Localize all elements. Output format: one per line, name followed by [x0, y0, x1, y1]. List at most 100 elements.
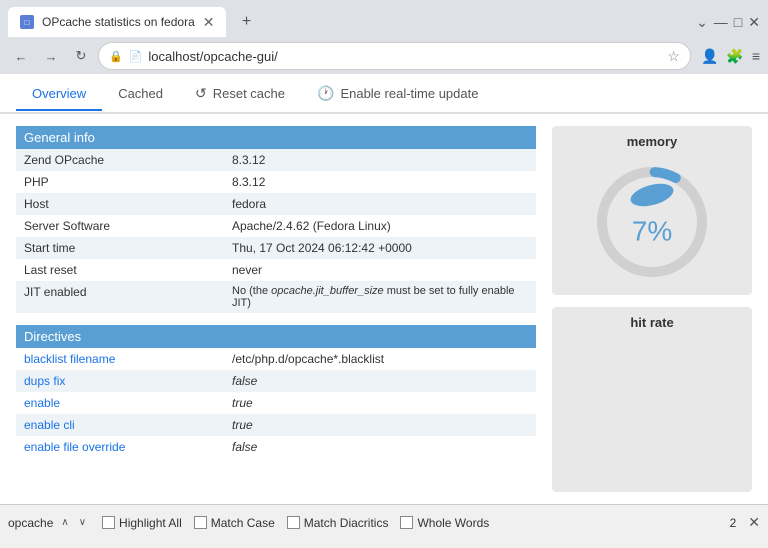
back-button[interactable]: ← — [8, 43, 34, 69]
highlight-all-label: Highlight All — [119, 516, 182, 530]
row-value: /etc/php.d/opcache*.blacklist — [224, 348, 536, 370]
row-value: fedora — [224, 193, 536, 215]
general-info-header-row: General info — [16, 126, 536, 149]
highlight-all-checkbox[interactable] — [102, 516, 115, 529]
table-row: Host fedora — [16, 193, 536, 215]
row-label: JIT enabled — [16, 281, 224, 313]
address-text: localhost/opcache-gui/ — [148, 49, 661, 64]
find-options: Highlight All Match Case Match Diacritic… — [102, 516, 489, 530]
dropdown-icon[interactable]: ⌄ — [696, 14, 708, 31]
tab-favicon-icon: □ — [20, 15, 34, 29]
match-diacritics-label: Match Diacritics — [304, 516, 389, 530]
tab-cached[interactable]: Cached — [102, 78, 179, 111]
hit-rate-title: hit rate — [630, 315, 673, 330]
table-row: blacklist filename /etc/php.d/opcache*.b… — [16, 348, 536, 370]
address-bar[interactable]: 🔒 📄 localhost/opcache-gui/ ☆ — [98, 42, 691, 70]
memory-gauge: memory 7% — [552, 126, 752, 295]
refresh-button[interactable]: ↻ — [68, 43, 94, 69]
match-case-label: Match Case — [211, 516, 275, 530]
find-bar: opcache ∧ ∨ Highlight All Match Case Mat… — [0, 504, 768, 540]
row-label: Start time — [16, 237, 224, 259]
table-row: JIT enabled No (the opcache.jit_buffer_s… — [16, 281, 536, 313]
clock-icon: 🕐 — [317, 85, 334, 102]
directive-link[interactable]: dups fix — [24, 374, 65, 388]
row-value: true — [224, 392, 536, 414]
table-row: Last reset never — [16, 259, 536, 281]
page-tabs: Overview Cached ↺ Reset cache 🕐 Enable r… — [0, 74, 768, 114]
row-value: false — [224, 436, 536, 458]
find-down-button[interactable]: ∨ — [75, 515, 90, 530]
whole-words-checkbox[interactable] — [400, 516, 413, 529]
new-tab-button[interactable]: + — [234, 10, 258, 34]
extension-icon[interactable]: 🧩 — [726, 48, 743, 65]
row-label: Last reset — [16, 259, 224, 281]
row-label: enable file override — [16, 436, 224, 458]
memory-circle: 7% — [587, 157, 717, 287]
find-close-button[interactable]: ✕ — [748, 514, 760, 531]
tab-reset-cache[interactable]: ↺ Reset cache — [179, 77, 301, 110]
row-label: Host — [16, 193, 224, 215]
match-case-option[interactable]: Match Case — [194, 516, 275, 530]
row-value: 8.3.12 — [224, 149, 536, 171]
right-panel: memory 7% hit rate — [552, 126, 752, 492]
directive-link[interactable]: enable — [24, 396, 60, 410]
row-label: enable — [16, 392, 224, 414]
browser-tab[interactable]: □ OPcache statistics on fedora ✕ — [8, 7, 226, 37]
table-row: Server Software Apache/2.4.62 (Fedora Li… — [16, 215, 536, 237]
memory-percentage: 7% — [632, 216, 672, 248]
browser-chrome: □ OPcache statistics on fedora ✕ + ⌄ — □… — [0, 0, 768, 74]
match-diacritics-checkbox[interactable] — [287, 516, 300, 529]
tab-overview[interactable]: Overview — [16, 78, 102, 111]
row-label: enable cli — [16, 414, 224, 436]
directives-header: Directives — [16, 325, 536, 348]
row-label: Zend OPcache — [16, 149, 224, 171]
back-icon: ← — [15, 49, 28, 64]
page-content: Overview Cached ↺ Reset cache 🕐 Enable r… — [0, 74, 768, 504]
table-row: enable cli true — [16, 414, 536, 436]
directives-header-row: Directives — [16, 325, 536, 348]
memory-title: memory — [627, 134, 678, 149]
tab-title: OPcache statistics on fedora — [42, 15, 195, 29]
directive-link[interactable]: blacklist filename — [24, 352, 115, 366]
highlight-all-option[interactable]: Highlight All — [102, 516, 182, 530]
find-input-section: opcache ∧ ∨ — [8, 515, 90, 530]
row-value: Thu, 17 Oct 2024 06:12:42 +0000 — [224, 237, 536, 259]
refresh-icon: ↻ — [76, 48, 87, 64]
find-up-button[interactable]: ∧ — [57, 515, 72, 530]
tab-realtime-update[interactable]: 🕐 Enable real-time update — [301, 77, 494, 110]
maximize-button[interactable]: □ — [734, 14, 742, 30]
row-value: false — [224, 370, 536, 392]
row-value: never — [224, 259, 536, 281]
match-case-checkbox[interactable] — [194, 516, 207, 529]
row-value: Apache/2.4.62 (Fedora Linux) — [224, 215, 536, 237]
directive-link[interactable]: enable file override — [24, 440, 125, 454]
reset-icon: ↺ — [195, 85, 207, 102]
left-panel: General info Zend OPcache 8.3.12 PHP 8.3… — [16, 126, 536, 492]
account-icon[interactable]: 👤 — [701, 48, 718, 65]
section-gap — [16, 313, 536, 325]
bookmark-icon[interactable]: ☆ — [667, 48, 680, 65]
find-label: opcache — [8, 516, 53, 530]
row-label: PHP — [16, 171, 224, 193]
table-row: dups fix false — [16, 370, 536, 392]
forward-icon: → — [45, 49, 58, 64]
match-diacritics-option[interactable]: Match Diacritics — [287, 516, 389, 530]
close-window-button[interactable]: ✕ — [748, 14, 760, 31]
directive-link[interactable]: enable cli — [24, 418, 75, 432]
tab-bar: □ OPcache statistics on fedora ✕ + ⌄ — □… — [0, 0, 768, 38]
row-value: true — [224, 414, 536, 436]
row-label: Server Software — [16, 215, 224, 237]
forward-button[interactable]: → — [38, 43, 64, 69]
table-row: Start time Thu, 17 Oct 2024 06:12:42 +00… — [16, 237, 536, 259]
find-count: 2 — [730, 516, 737, 530]
menu-icon[interactable]: ≡ — [752, 48, 760, 64]
hit-rate-gauge: hit rate — [552, 307, 752, 492]
row-value: No (the opcache.jit_buffer_size must be … — [224, 281, 536, 313]
tab-close-button[interactable]: ✕ — [203, 15, 215, 29]
find-navigation: ∧ ∨ — [57, 515, 90, 530]
general-info-header: General info — [16, 126, 536, 149]
whole-words-option[interactable]: Whole Words — [400, 516, 489, 530]
general-info-table: General info Zend OPcache 8.3.12 PHP 8.3… — [16, 126, 536, 458]
nav-bar: ← → ↻ 🔒 📄 localhost/opcache-gui/ ☆ 👤 🧩 ≡ — [0, 38, 768, 74]
minimize-button[interactable]: — — [714, 14, 728, 30]
